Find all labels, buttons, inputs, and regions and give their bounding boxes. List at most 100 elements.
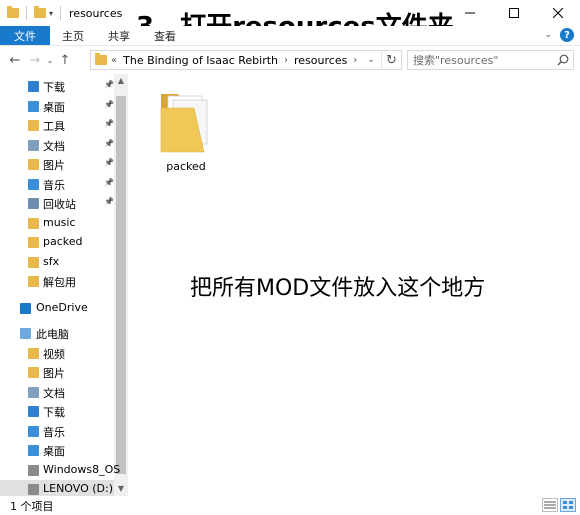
file-name: packed — [166, 160, 206, 173]
tab-share[interactable]: 共享 — [96, 26, 142, 45]
arrow-right-icon: → — [29, 52, 41, 68]
folder-icon — [28, 120, 39, 131]
nav-item-label: 图片 — [43, 159, 65, 172]
address-bar[interactable]: « The Binding of Isaac Rebirth › resourc… — [90, 50, 402, 70]
pictures-icon — [28, 159, 39, 170]
recent-locations-button[interactable]: ⌄ — [45, 50, 55, 70]
folder-item[interactable]: packed — [156, 86, 216, 178]
details-view-button[interactable] — [542, 498, 558, 512]
breadcrumb: « The Binding of Isaac Rebirth › resourc… — [111, 54, 357, 67]
tab-view[interactable]: 查看 — [142, 26, 188, 45]
sidebar-item-onedrive[interactable]: OneDrive — [0, 299, 114, 318]
minimize-button[interactable] — [448, 0, 492, 26]
sidebar-item-pc-4[interactable]: 音乐 — [0, 422, 114, 441]
sidebar-item-quick-2[interactable]: 工具 📌 — [0, 116, 114, 135]
sidebar-item-pc-7[interactable]: LENOVO (D:) — [0, 480, 114, 496]
pin-icon: 📌 — [104, 197, 114, 206]
nav-item-label: 工具 — [43, 120, 65, 133]
pictures-icon — [28, 367, 39, 378]
drive-icon — [28, 464, 39, 476]
ribbon-tabs: 文件 主页 共享 查看 ⌄ ? — [0, 26, 580, 46]
sidebar-item-quick-6[interactable]: 回收站 📌 — [0, 194, 114, 213]
music-icon — [28, 178, 39, 190]
status-bar: 1 个项目 — [0, 496, 580, 515]
nav-item-label: LENOVO (D:) — [43, 482, 114, 495]
sidebar-item-quick-3[interactable]: 文档 📌 — [0, 136, 114, 155]
nav-item-label: 下载 — [43, 81, 65, 94]
window-controls — [448, 0, 580, 26]
scroll-down-arrow[interactable]: ▼ — [114, 482, 128, 494]
drive-icon — [28, 484, 39, 495]
nav-item-label: 文档 — [43, 139, 65, 153]
minimize-icon — [465, 12, 475, 14]
computer-icon — [20, 328, 31, 339]
expand-ribbon-icon[interactable]: ⌄ — [544, 30, 552, 40]
sidebar-item-pc-0[interactable]: 视频 — [0, 344, 114, 363]
folder-icon[interactable] — [34, 6, 46, 18]
sidebar-item-pc-1[interactable]: 图片 — [0, 363, 114, 382]
nav-item-label: 图片 — [43, 367, 65, 380]
refresh-button[interactable]: ↻ — [381, 51, 401, 69]
folder-icon — [7, 6, 19, 18]
nav-item-label: 回收站 — [43, 198, 76, 211]
sidebar-item-quick-4[interactable]: 图片 📌 — [0, 155, 114, 174]
chevron-down-icon[interactable]: ▾ — [49, 9, 53, 18]
nav-item-label: sfx — [43, 254, 60, 268]
up-button[interactable]: ↑ — [55, 50, 75, 70]
folder-icon — [160, 94, 208, 153]
desktop-icon — [28, 100, 39, 112]
chevron-right-icon[interactable]: › — [284, 55, 288, 66]
sidebar-item-pc-5[interactable]: 桌面 — [0, 441, 114, 460]
folder-icon — [28, 217, 39, 229]
help-icon[interactable]: ? — [560, 28, 574, 42]
ribbon-right-controls: ⌄ ? — [544, 28, 574, 42]
sidebar-item-quick-7[interactable]: music — [0, 214, 114, 233]
sidebar-item-pc-6[interactable]: Windows8_OS — [0, 461, 120, 480]
scroll-up-arrow[interactable]: ▲ — [114, 74, 128, 86]
nav-item-label: 解包用 — [43, 276, 76, 289]
forward-button[interactable]: → — [25, 50, 45, 70]
tab-home[interactable]: 主页 — [50, 26, 96, 45]
sidebar-item-quick-1[interactable]: 桌面 📌 — [0, 97, 114, 116]
documents-icon — [28, 386, 39, 398]
large-icons-view-button[interactable] — [560, 498, 576, 512]
navigation-bar: ← → ⌄ ↑ « The Binding of Isaac Rebirth ›… — [0, 46, 580, 74]
search-input[interactable]: 搜索"resources" — [407, 50, 574, 70]
nav-scrollbar[interactable]: ▲ ▼ — [114, 74, 128, 496]
onedrive-icon — [20, 302, 31, 314]
chevron-right-icon[interactable]: › — [353, 55, 357, 66]
chevron-down-icon: ⌄ — [367, 55, 375, 65]
pin-icon: 📌 — [104, 99, 114, 109]
pin-icon: 📌 — [104, 158, 114, 167]
breadcrumb-overflow[interactable]: « — [111, 55, 117, 66]
sidebar-item-quick-0[interactable]: 下载 📌 — [0, 77, 114, 96]
nav-item-label: 音乐 — [43, 425, 65, 439]
back-button[interactable]: ← — [5, 50, 25, 70]
sidebar-item-quick-9[interactable]: sfx — [0, 253, 114, 272]
close-icon — [553, 8, 563, 18]
sidebar-item-pc-3[interactable]: 下载 — [0, 402, 114, 421]
nav-item-label: 视频 — [43, 347, 65, 361]
qat-separator — [26, 6, 27, 20]
scrollbar-thumb[interactable] — [116, 96, 126, 474]
sidebar-item-quick-5[interactable]: 音乐 📌 — [0, 175, 114, 194]
pin-icon: 📌 — [104, 177, 114, 187]
address-dropdown-button[interactable]: ⌄ — [363, 51, 379, 69]
tab-file[interactable]: 文件 — [0, 26, 50, 45]
instruction-overlay-note: 把所有MOD文件放入这个地方 — [190, 276, 486, 301]
nav-item-label: packed — [43, 235, 83, 248]
breadcrumb-item-game[interactable]: The Binding of Isaac Rebirth — [123, 54, 278, 67]
recycle-bin-icon — [28, 198, 39, 209]
nav-item-label: 桌面 — [43, 445, 65, 458]
sidebar-item-quick-10[interactable]: 解包用 — [0, 272, 114, 291]
sidebar-item-quick-8[interactable]: packed — [0, 233, 114, 252]
nav-item-label: OneDrive — [36, 300, 88, 314]
close-button[interactable] — [536, 0, 580, 26]
sidebar-item-this-pc[interactable]: 此电脑 — [0, 324, 114, 343]
quick-access-toolbar: ▾ — [7, 6, 65, 20]
maximize-button[interactable] — [492, 0, 536, 26]
breadcrumb-item-resources[interactable]: resources — [294, 54, 347, 67]
nav-item-label: 此电脑 — [36, 328, 69, 341]
sidebar-item-pc-2[interactable]: 文档 — [0, 383, 114, 402]
download-icon — [28, 406, 39, 417]
